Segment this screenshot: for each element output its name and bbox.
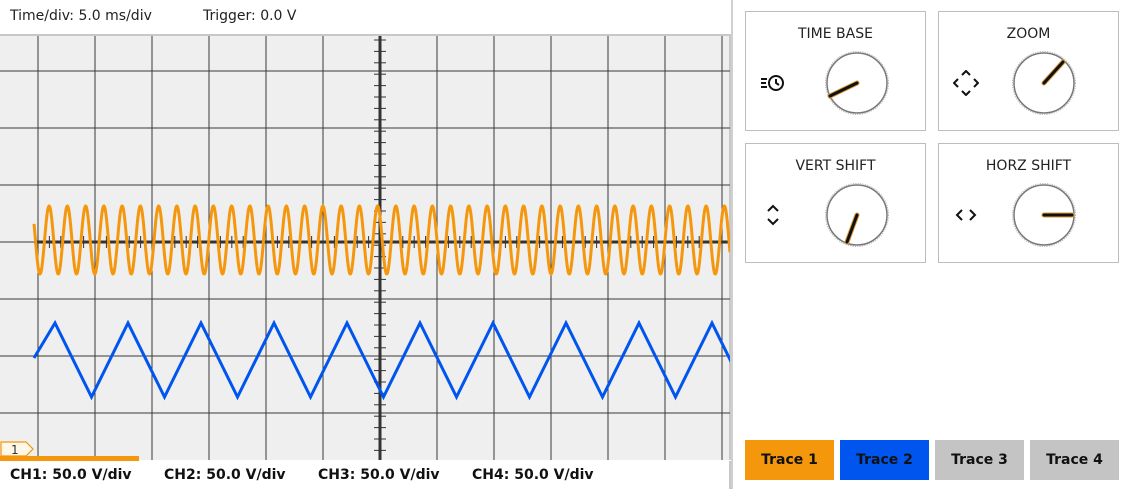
vert-shift-knob[interactable] bbox=[824, 182, 890, 248]
time-base-clock-icon bbox=[761, 75, 784, 91]
zoom-title: ZOOM bbox=[1006, 26, 1051, 42]
trace-marker-label: 1 bbox=[11, 443, 19, 457]
horz-shift-title: HORZ SHIFT bbox=[985, 158, 1072, 174]
channel-scale-strip: CH1: 50.0 V/div CH2: 50.0 V/div CH3: 50.… bbox=[0, 461, 731, 489]
zoom-arrows-icon bbox=[953, 70, 979, 96]
trace-3-button[interactable]: Trace 3 bbox=[935, 440, 1024, 480]
trace-1-waveform bbox=[32, 204, 730, 276]
vert-shift-panel: VERT SHIFT bbox=[745, 143, 926, 263]
trace-1-button[interactable]: Trace 1 bbox=[745, 440, 834, 480]
ch1-scale: CH1: 50.0 V/div bbox=[10, 467, 132, 483]
trace-4-button[interactable]: Trace 4 bbox=[1030, 440, 1119, 480]
trace-2-button[interactable]: Trace 2 bbox=[840, 440, 929, 480]
vert-shift-title: VERT SHIFT bbox=[795, 158, 876, 174]
horizontal-arrows-icon bbox=[955, 209, 977, 221]
horz-shift-panel: HORZ SHIFT bbox=[938, 143, 1119, 263]
time-base-knob[interactable] bbox=[824, 50, 890, 116]
trace-2-waveform bbox=[32, 319, 730, 401]
vertical-arrows-icon bbox=[767, 204, 779, 226]
time-div-readout: Time/div: 5.0 ms/div bbox=[10, 8, 152, 24]
time-base-panel: TIME BASE bbox=[745, 11, 926, 131]
ch3-scale: CH3: 50.0 V/div bbox=[318, 467, 440, 483]
zoom-panel: ZOOM bbox=[938, 11, 1119, 131]
horz-shift-knob[interactable] bbox=[1011, 182, 1077, 248]
panel-divider bbox=[731, 0, 733, 489]
time-base-title: TIME BASE bbox=[798, 26, 873, 42]
ch4-scale: CH4: 50.0 V/div bbox=[472, 467, 594, 483]
ch2-scale: CH2: 50.0 V/div bbox=[164, 467, 286, 483]
scope-info-bar: Time/div: 5.0 ms/div Trigger: 0.0 V bbox=[0, 0, 730, 34]
zoom-knob[interactable] bbox=[1011, 50, 1077, 116]
trigger-readout: Trigger: 0.0 V bbox=[203, 8, 297, 24]
scope-screen[interactable] bbox=[0, 36, 730, 460]
